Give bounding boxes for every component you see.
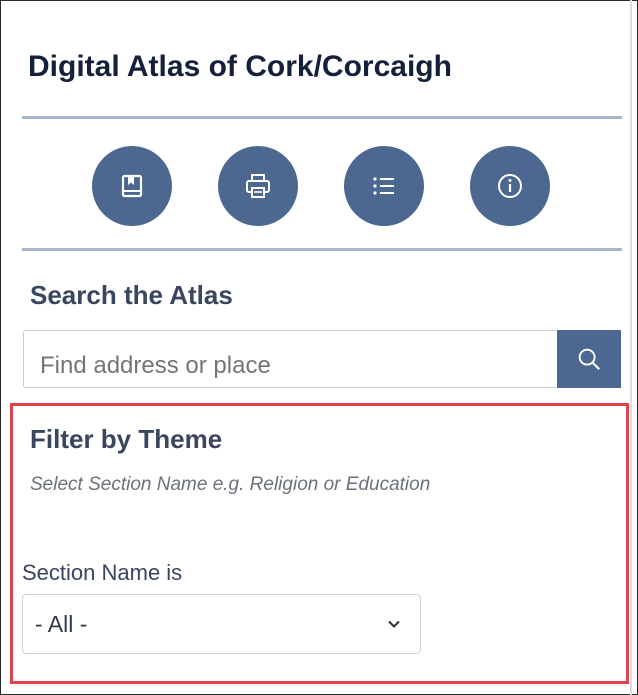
search-heading: Search the Atlas — [30, 280, 233, 310]
toolbar — [92, 146, 550, 226]
search-icon — [578, 348, 600, 370]
section-name-select[interactable]: - All - — [22, 594, 421, 654]
list-icon — [373, 177, 394, 195]
bookmark-icon — [121, 174, 143, 198]
filter-heading: Filter by Theme — [30, 424, 223, 454]
section-name-selected-value: - All - — [35, 611, 88, 637]
info-icon — [498, 174, 522, 198]
panel-edge-divider — [630, 0, 632, 695]
legend-list-button[interactable] — [344, 146, 424, 226]
print-icon — [246, 174, 270, 198]
bookmark-button[interactable] — [92, 146, 172, 226]
section-name-label: Section Name is — [22, 560, 183, 585]
search-input[interactable] — [23, 330, 556, 388]
toolbar-divider — [22, 248, 622, 251]
chevron-down-icon — [388, 620, 400, 628]
app-title: Digital Atlas of Cork/Corcaigh — [28, 50, 452, 83]
title-divider — [22, 116, 622, 119]
search-button[interactable] — [557, 330, 621, 388]
info-button[interactable] — [470, 146, 550, 226]
filter-hint: Select Section Name e.g. Religion or Edu… — [30, 474, 431, 495]
print-button[interactable] — [218, 146, 298, 226]
